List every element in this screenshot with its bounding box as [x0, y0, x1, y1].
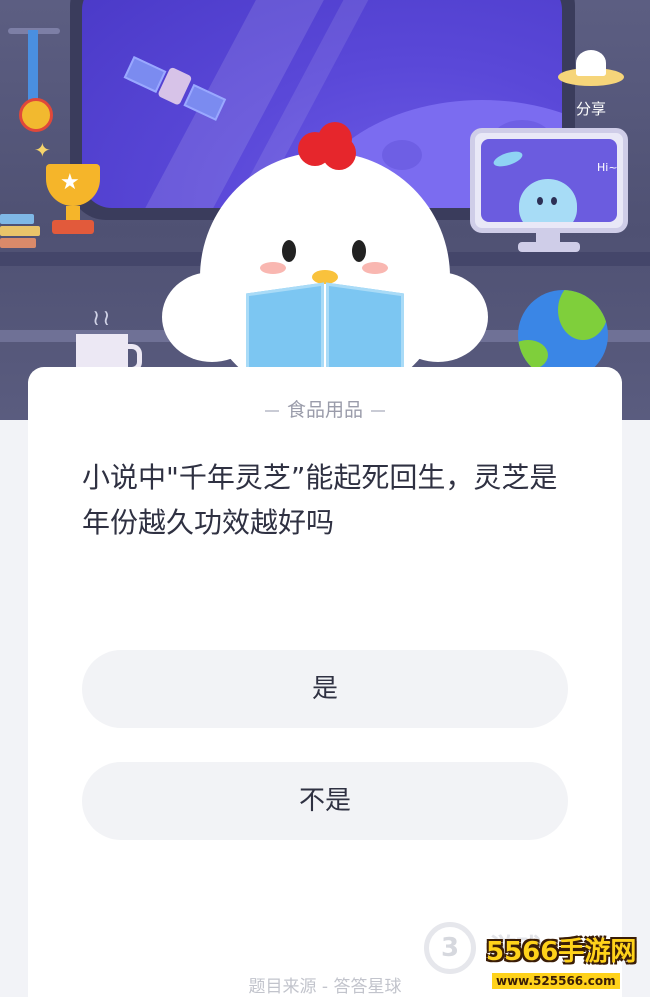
ufo-share-icon — [558, 46, 624, 96]
question-category: 食品用品 — [28, 395, 622, 422]
site-watermark: 5566手游网 www.525566.com — [486, 934, 646, 994]
faint-logo-icon: 3 — [424, 922, 476, 974]
chick-comb — [298, 122, 356, 170]
chick-mascot — [162, 122, 488, 402]
answer-option-yes[interactable]: 是 — [82, 650, 568, 728]
question-card: 食品用品 小说中"千年灵芝”能起死回生，灵芝是年份越久功效越好吗 是 不是 题目… — [28, 367, 622, 997]
trophy-icon: ★ — [38, 164, 108, 234]
hero-illustration: ✦ ★ Hi~ 分享 ≀≀ — [0, 0, 650, 420]
monitor-illustration: Hi~ — [470, 128, 628, 233]
medal-icon — [19, 98, 53, 132]
share-button[interactable]: 分享 — [552, 40, 630, 120]
watermark-url: www.525566.com — [492, 973, 620, 989]
answer-option-no[interactable]: 不是 — [82, 762, 568, 840]
alien-icon — [519, 179, 577, 222]
ufo-icon — [491, 148, 525, 170]
monitor-greeting: Hi~ — [597, 161, 617, 174]
watermark-site: 5566手游网 — [486, 937, 637, 967]
question-text: 小说中"千年灵芝”能起死回生，灵芝是年份越久功效越好吗 — [82, 461, 558, 539]
steam-icon: ≀≀ — [92, 306, 113, 331]
category-label: 食品用品 — [286, 399, 363, 421]
books-icon — [0, 214, 42, 252]
share-label: 分享 — [575, 100, 606, 118]
sparkle-icon: ✦ — [34, 138, 51, 162]
